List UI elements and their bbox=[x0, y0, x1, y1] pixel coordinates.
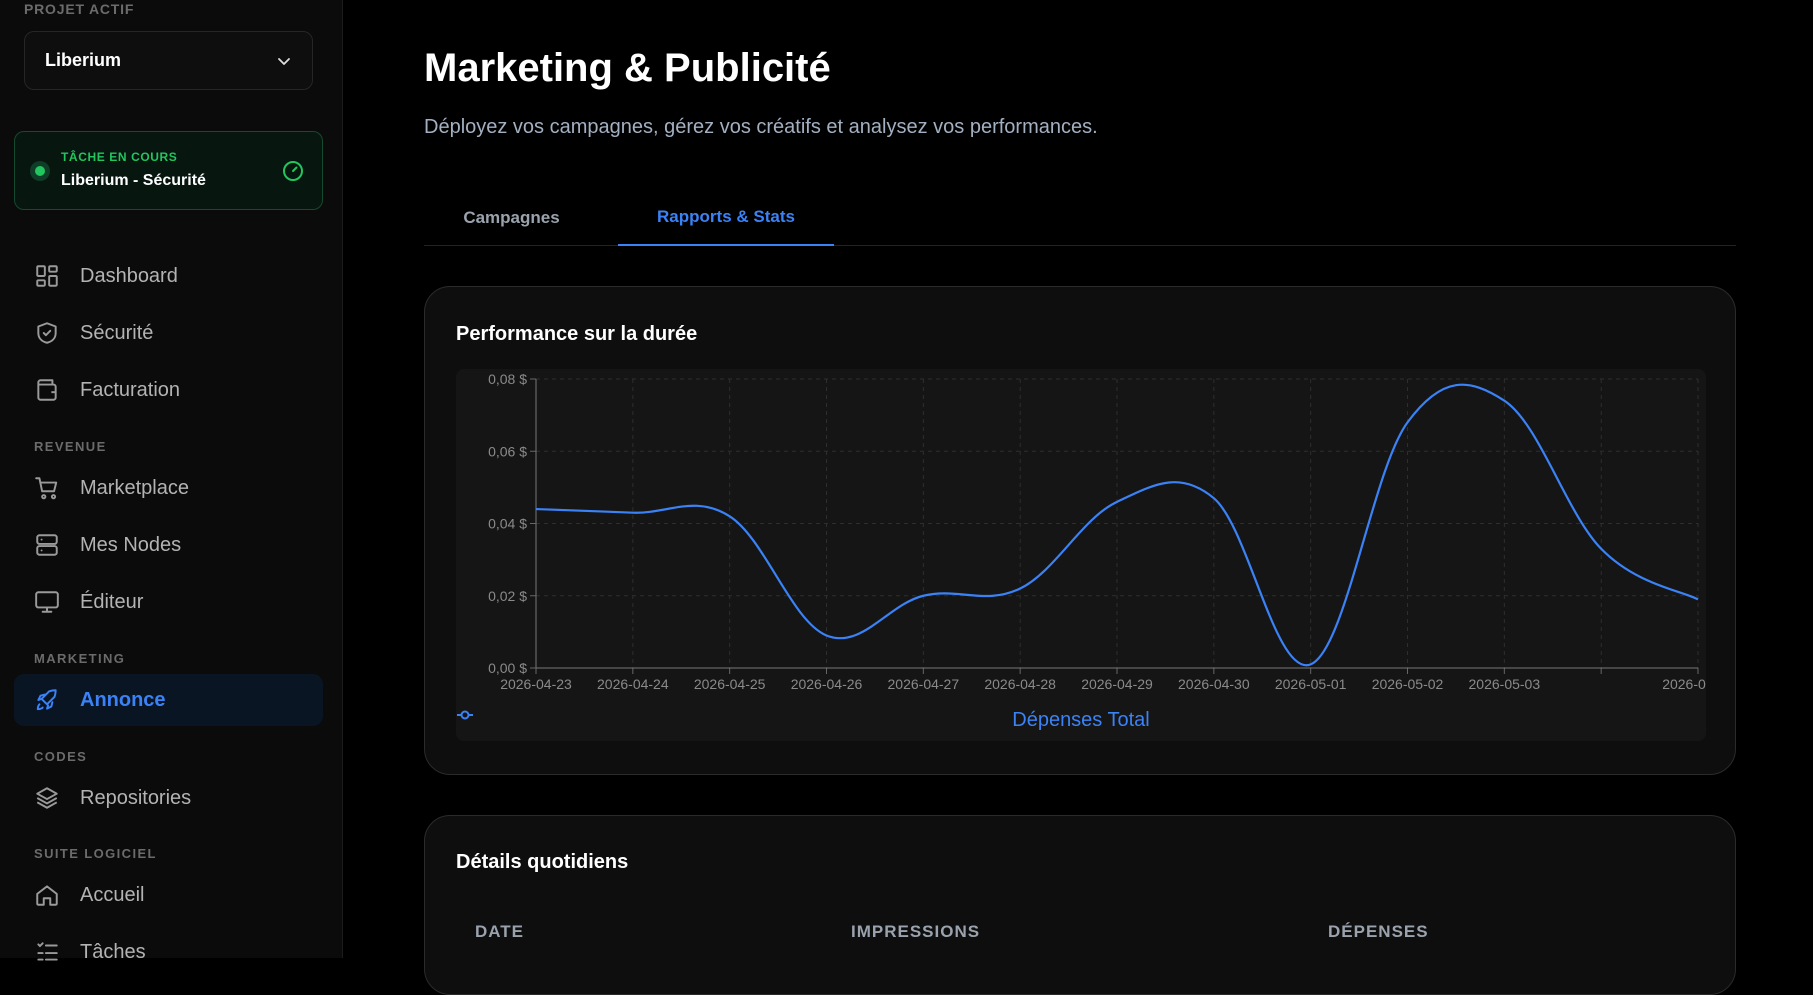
sidebar-item-annonce[interactable]: Annonce bbox=[14, 674, 323, 726]
project-name: Liberium bbox=[45, 50, 122, 70]
sidebar-item-label: Éditeur bbox=[80, 590, 144, 613]
x-tick-label: 2026-05-01 bbox=[1275, 676, 1347, 692]
monitor-icon bbox=[35, 591, 59, 613]
cart-icon bbox=[35, 477, 58, 500]
gauge-icon[interactable] bbox=[281, 159, 305, 183]
tasks-icon bbox=[37, 942, 58, 961]
tab-bar: Campagnes Rapports & Stats bbox=[424, 190, 1736, 246]
tab-campagnes[interactable]: Campagnes bbox=[424, 190, 599, 246]
page-title: Marketing & Publicité bbox=[424, 46, 831, 90]
x-tick-label: 2026-04-24 bbox=[597, 676, 669, 692]
section-label-codes: CODES bbox=[34, 749, 88, 764]
sidebar-item-label: Mes Nodes bbox=[80, 533, 182, 556]
x-tick-label: 2026-04-29 bbox=[1081, 676, 1153, 692]
layers-icon bbox=[36, 787, 58, 809]
sidebar-item-label: Repositories bbox=[80, 786, 192, 809]
sidebar-item-facturation[interactable]: Facturation bbox=[14, 364, 323, 416]
page-subtitle: Déployez vos campagnes, gérez vos créati… bbox=[424, 116, 1098, 138]
sidebar-item-label: Accueil bbox=[80, 883, 145, 906]
sidebar-item-taches[interactable]: Tâches bbox=[14, 926, 323, 978]
column-header-impressions[interactable]: IMPRESSIONS bbox=[851, 922, 980, 942]
x-tick-label: 2026-04-30 bbox=[1178, 676, 1250, 692]
task-status-dot bbox=[30, 161, 50, 181]
x-tick-label: 2026-04-28 bbox=[984, 676, 1056, 692]
x-tick-label: 2026-04-26 bbox=[791, 676, 863, 692]
rocket-icon bbox=[36, 689, 57, 711]
sidebar-item-label: Sécurité bbox=[80, 321, 154, 344]
task-label: TÂCHE EN COURS bbox=[61, 150, 178, 164]
project-selector[interactable]: Liberium bbox=[24, 31, 313, 90]
performance-line-chart: 0,00 $ 0,02 $ 0,04 $ 0,06 $ 0,08 $ 2026-04-23… bbox=[488, 371, 1706, 692]
column-header-date[interactable]: DATE bbox=[475, 922, 524, 942]
sidebar-item-label: Annonce bbox=[80, 688, 166, 711]
legend-line-marker-icon bbox=[457, 710, 473, 720]
sidebar-item-accueil[interactable]: Accueil bbox=[14, 869, 323, 921]
server-icon bbox=[36, 534, 58, 556]
sidebar-item-editeur[interactable]: Éditeur bbox=[14, 576, 323, 628]
y-tick-label: 0,06 $ bbox=[488, 443, 527, 459]
daily-details-card: Détails quotidiens DATE IMPRESSIONS DÉPE… bbox=[424, 815, 1736, 995]
chart-legend[interactable]: Dépenses Total bbox=[456, 709, 1706, 732]
home-icon bbox=[36, 885, 58, 906]
sidebar: PROJET ACTIF Liberium TÂCHE EN COURS Lib… bbox=[0, 0, 343, 963]
performance-chart-card: Performance sur la durée 0,00 $0,02 $0,0… bbox=[424, 286, 1736, 775]
x-tick-label: 2026-04-23 bbox=[500, 676, 572, 692]
sidebar-item-label: Facturation bbox=[80, 378, 181, 401]
section-label-marketing: MARKETING bbox=[34, 651, 126, 666]
performance-chart: 0,00 $ 0,02 $ 0,04 $ 0,06 $ 0,08 $ 2026-04-23… bbox=[456, 369, 1706, 741]
section-label-revenue: REVENUE bbox=[34, 439, 107, 454]
wallet-icon bbox=[37, 379, 57, 401]
chevron-down-icon bbox=[278, 57, 290, 65]
details-card-title: Détails quotidiens bbox=[456, 851, 629, 873]
sidebar-item-mes-nodes[interactable]: Mes Nodes bbox=[14, 519, 323, 571]
sidebar-item-repositories[interactable]: Repositories bbox=[14, 772, 323, 824]
tab-rapports-stats[interactable]: Rapports & Stats bbox=[618, 190, 834, 246]
sidebar-item-label: Marketplace bbox=[80, 476, 189, 499]
current-task-card[interactable]: TÂCHE EN COURS Liberium - Sécurité bbox=[14, 131, 323, 210]
sidebar-item-marketplace[interactable]: Marketplace bbox=[14, 462, 323, 514]
x-tick-label: 2026-04-25 bbox=[694, 676, 766, 692]
y-tick-label: 0,00 $ bbox=[488, 660, 527, 676]
y-tick-label: 0,04 $ bbox=[488, 516, 527, 532]
project-label: PROJET ACTIF bbox=[24, 1, 135, 17]
legend-label: Dépenses Total bbox=[1012, 709, 1150, 731]
x-tick-label: 2026-05-03 bbox=[1469, 676, 1541, 692]
sidebar-item-securite[interactable]: Sécurité bbox=[14, 307, 323, 359]
x-tick-label: 2026-05-02 bbox=[1372, 676, 1444, 692]
task-title: Liberium - Sécurité bbox=[61, 172, 206, 189]
section-label-suite: SUITE LOGICIEL bbox=[34, 846, 157, 861]
y-tick-label: 0,08 $ bbox=[488, 371, 527, 387]
y-tick-label: 0,02 $ bbox=[488, 588, 527, 604]
x-tick-label: 2026-04-27 bbox=[888, 676, 960, 692]
column-header-depenses[interactable]: DÉPENSES bbox=[1328, 922, 1429, 942]
x-tick-label: 2026-05-05 bbox=[1662, 676, 1706, 692]
shield-icon bbox=[37, 322, 57, 344]
dashboard-icon bbox=[36, 265, 58, 287]
sidebar-item-dashboard[interactable]: Dashboard bbox=[14, 250, 323, 302]
sidebar-item-label: Dashboard bbox=[80, 264, 178, 287]
sidebar-item-label: Tâches bbox=[80, 940, 146, 963]
chart-card-title: Performance sur la durée bbox=[456, 323, 698, 345]
